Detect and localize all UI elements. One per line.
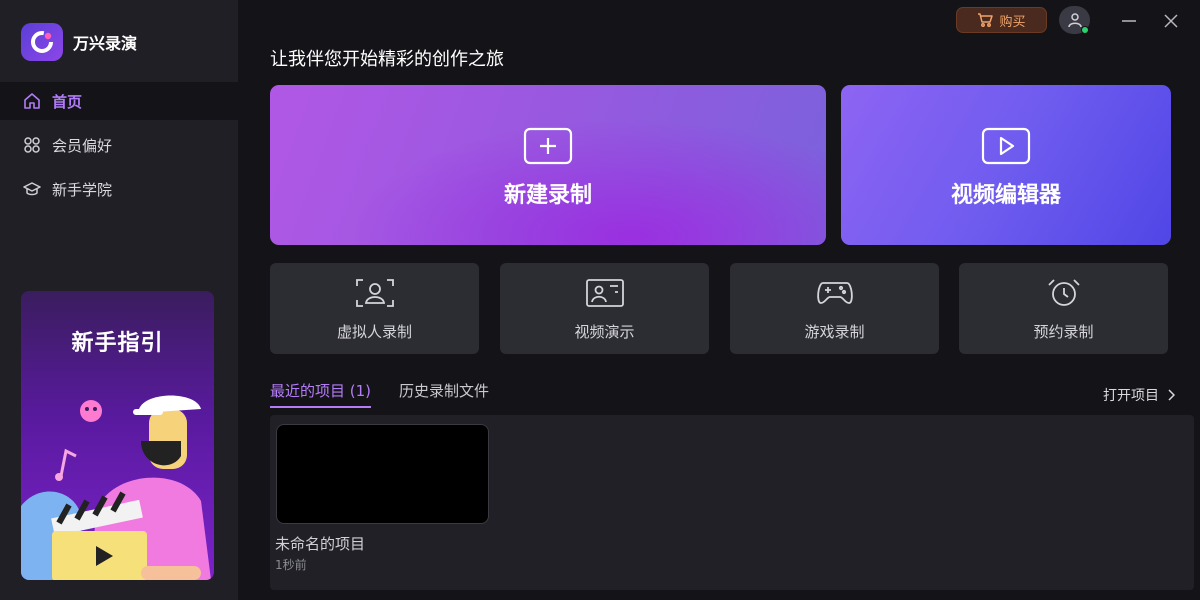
sidebar-item-home[interactable]: 首页 — [0, 82, 238, 120]
project-name: 未命名的项目 — [275, 535, 366, 553]
card-label: 虚拟人录制 — [336, 323, 412, 341]
sidebar-item-label: 首页 — [52, 92, 83, 111]
avatar-frame-icon — [355, 278, 395, 308]
sidebar-nav: 首页 会员偏好 新手学院 — [0, 82, 238, 214]
presentation-icon — [585, 278, 625, 308]
project-time: 1秒前 — [275, 558, 307, 572]
sidebar-item-academy[interactable]: 新手学院 — [0, 170, 238, 208]
scheduled-recording-card[interactable]: 预约录制 — [959, 263, 1168, 354]
project-tabs: 最近的项目 (1) 历史录制文件 — [270, 380, 517, 408]
sidebar: 万兴录演 首页 会员偏好 新手学院 新手指引 — [0, 0, 238, 600]
buy-button[interactable]: 购买 — [956, 7, 1047, 33]
video-presentation-card[interactable]: 视频演示 — [500, 263, 709, 354]
alarm-clock-icon — [1044, 278, 1084, 308]
user-avatar-button[interactable] — [1059, 6, 1090, 34]
sidebar-item-label: 新手学院 — [52, 180, 113, 199]
buy-label: 购买 — [999, 14, 1026, 30]
play-icon — [981, 127, 1031, 165]
beginner-guide-banner[interactable]: 新手指引 — [21, 291, 214, 580]
minimize-button[interactable] — [1119, 11, 1139, 31]
card-label: 视频演示 — [574, 323, 635, 341]
minimize-icon — [1122, 20, 1136, 22]
chevron-right-icon — [1168, 389, 1175, 401]
card-label: 新建录制 — [503, 183, 592, 208]
home-icon — [22, 91, 42, 111]
open-project-label: 打开项目 — [1103, 388, 1159, 404]
sidebar-item-membership[interactable]: 会员偏好 — [0, 126, 238, 164]
app-logo-icon — [21, 23, 63, 61]
page-title: 让我伴您开始精彩的创作之旅 — [270, 49, 504, 70]
brand: 万兴录演 — [21, 23, 137, 61]
new-recording-card[interactable]: 新建录制 — [270, 85, 826, 245]
close-icon — [1164, 14, 1178, 28]
tab-recent-projects[interactable]: 最近的项目 (1) — [270, 380, 372, 408]
card-label: 游戏录制 — [804, 323, 865, 341]
project-thumbnail[interactable] — [276, 424, 489, 524]
plus-icon — [523, 127, 573, 165]
online-status-dot — [1081, 26, 1089, 34]
cart-icon — [978, 13, 994, 27]
open-project-link[interactable]: 打开项目 — [1103, 385, 1175, 405]
gamepad-icon — [815, 278, 855, 308]
grid-icon — [22, 135, 42, 155]
card-label: 视频编辑器 — [950, 183, 1061, 208]
project-list: 未命名的项目 1秒前 — [270, 415, 1194, 590]
close-button[interactable] — [1161, 11, 1181, 31]
app-name: 万兴录演 — [73, 34, 138, 53]
user-icon — [1067, 13, 1082, 28]
sidebar-item-label: 会员偏好 — [52, 136, 113, 155]
game-recording-card[interactable]: 游戏录制 — [730, 263, 939, 354]
avatar-recording-card[interactable]: 虚拟人录制 — [270, 263, 479, 354]
card-label: 预约录制 — [1033, 323, 1094, 341]
video-editor-card[interactable]: 视频编辑器 — [841, 85, 1171, 245]
graduation-cap-icon — [22, 179, 42, 199]
tab-recording-history[interactable]: 历史录制文件 — [399, 380, 489, 408]
promo-illustration — [21, 395, 211, 580]
